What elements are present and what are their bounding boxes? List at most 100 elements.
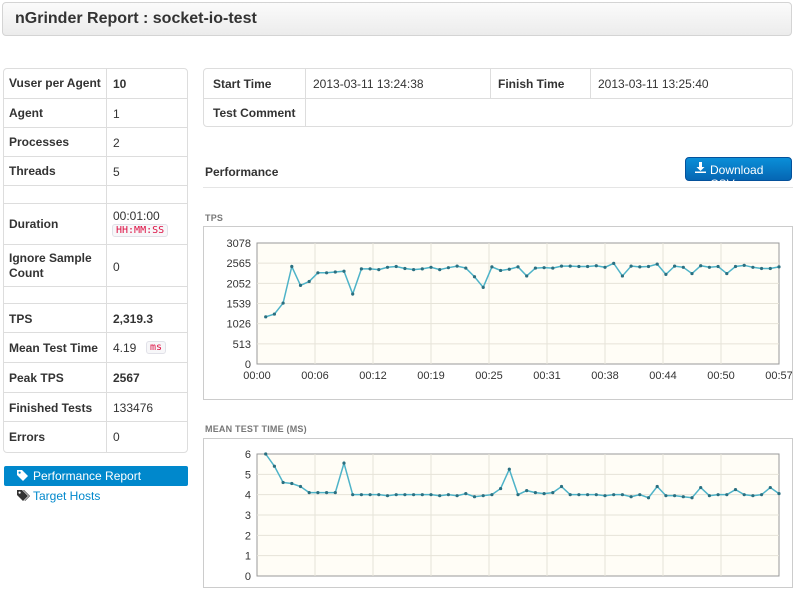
- mtt-data-point: [716, 493, 720, 497]
- mtt-data-point: [760, 493, 764, 497]
- tps-data-point: [725, 271, 729, 276]
- mtt-data-point: [681, 495, 685, 499]
- threads-value: 5: [113, 165, 120, 179]
- nav-target-hosts[interactable]: Target Hosts: [4, 486, 188, 506]
- stat-row-processes: Processes 2: [4, 127, 187, 156]
- tps-x-tick-label: 00:44: [649, 370, 677, 382]
- mtt-data-point: [559, 484, 564, 489]
- mtt-data-point: [742, 493, 746, 497]
- tps-data-point: [507, 267, 511, 271]
- tps-data-point: [351, 292, 355, 296]
- tps-data-point: [655, 262, 659, 266]
- processes-value: 2: [113, 136, 120, 150]
- stat-label: Vuser per Agent: [9, 76, 101, 90]
- stat-label: Finished Tests: [9, 401, 93, 415]
- tps-data-point: [429, 265, 433, 269]
- nav-label: Performance Report: [33, 469, 142, 483]
- stat-row-tps: TPS 2,319.3: [4, 303, 187, 332]
- stat-row-finished-tests: Finished Tests 133476: [4, 392, 187, 421]
- mtt-data-point: [420, 493, 424, 497]
- mtt-data-point: [751, 494, 755, 498]
- mtt-data-point: [272, 464, 276, 468]
- tps-data-point: [403, 266, 407, 271]
- mtt-data-point: [403, 493, 407, 497]
- stat-row-agent: Agent 1: [4, 98, 187, 127]
- mtt-data-point: [464, 492, 468, 496]
- mtt-y-tick-label: 6: [245, 449, 251, 461]
- mtt-data-point: [655, 484, 659, 489]
- mtt-data-point: [707, 494, 711, 498]
- tps-data-point: [333, 270, 337, 274]
- tps-data-point: [464, 266, 468, 270]
- mtt-data-point: [499, 486, 503, 491]
- mtt-data-point: [481, 494, 485, 498]
- tps-data-point: [525, 274, 529, 278]
- tps-data-point: [377, 268, 381, 272]
- tps-data-point: [499, 268, 503, 273]
- tps-data-point: [446, 266, 450, 270]
- tps-data-point: [455, 264, 459, 268]
- stat-spacer: [4, 286, 187, 303]
- tps-data-point: [551, 266, 555, 270]
- nav-performance-report[interactable]: Performance Report: [4, 466, 188, 486]
- tps-data-point: [690, 271, 694, 276]
- mtt-y-tick-label: 4: [245, 490, 251, 502]
- tps-data-point: [681, 265, 685, 269]
- tps-y-tick-label: 3078: [227, 238, 251, 250]
- stat-label: Peak TPS: [9, 371, 64, 385]
- tps-y-tick-label: 2052: [227, 278, 251, 290]
- stat-row-peak-tps: Peak TPS 2567: [4, 362, 187, 392]
- mtt-data-point: [777, 492, 781, 496]
- mtt-data-point: [368, 493, 372, 497]
- tps-x-tick-label: 00:50: [707, 370, 735, 382]
- mtt-data-point: [490, 493, 494, 497]
- performance-title: Performance: [205, 165, 279, 179]
- mtt-data-point: [455, 494, 459, 498]
- mtt-data-point: [351, 493, 355, 497]
- mtt-data-point: [472, 495, 477, 499]
- start-time-label: Start Time: [213, 77, 272, 91]
- tps-chart-svg: 05131026153920522565307800:00 00:06 00:12 0…: [227, 238, 793, 382]
- tps-x-tick-label: 00:25: [475, 370, 503, 382]
- mtt-data-point: [577, 493, 581, 497]
- tps-data-point: [281, 301, 285, 305]
- tps-data-point: [272, 312, 276, 316]
- tps-y-tick-label: 1026: [227, 319, 251, 331]
- section-divider: [203, 187, 793, 188]
- mtt-data-point: [525, 489, 529, 493]
- tps-data-point: [368, 267, 372, 271]
- page-title: nGrinder Report : socket-io-test: [15, 10, 257, 27]
- tps-data-point: [412, 268, 416, 272]
- download-csv-button[interactable]: Download CSV: [685, 157, 792, 191]
- mtt-data-point: [438, 494, 442, 498]
- tps-x-tick-label: 00:31: [533, 370, 561, 382]
- tps-data-point: [586, 264, 590, 269]
- mtt-y-tick-label: 3: [245, 510, 251, 522]
- start-time-value: 2013-03-11 13:24:38: [313, 77, 424, 91]
- vuser-value: 10: [113, 77, 127, 91]
- tps-chart: 0 513 1026 1539 2052 2565 3078 00:00 00:06 00:12 0…: [203, 226, 793, 400]
- tps-data-point: [490, 265, 494, 269]
- mtt-y-tick-label: 1: [245, 551, 251, 563]
- tps-data-point: [342, 269, 346, 273]
- tps-data-point: [768, 266, 772, 271]
- tps-chart-title: TPS: [205, 213, 224, 223]
- tps-data-point: [385, 265, 390, 269]
- stat-label: Ignore Sample Count: [9, 251, 92, 280]
- tps-x-tick-label: 00:38: [591, 370, 619, 382]
- mtt-data-point: [516, 493, 520, 497]
- stat-label: TPS: [9, 312, 33, 326]
- tps-data-point: [646, 264, 651, 269]
- download-icon: [695, 162, 706, 176]
- peak-tps-value: 2567: [113, 371, 140, 385]
- mtt-y-tick-label: 2: [245, 530, 251, 542]
- stat-label: Duration: [9, 217, 59, 231]
- mean-test-time-chart: 0 1 2 3 4 5 6: [203, 438, 793, 588]
- mtt-data-point: [673, 494, 677, 498]
- tps-data-point: [325, 271, 329, 275]
- mtt-data-point: [699, 485, 703, 490]
- tps-data-point: [603, 265, 607, 269]
- tps-data-point: [777, 265, 781, 269]
- nav-label: Target Hosts: [33, 489, 101, 503]
- agent-value: 1: [113, 107, 120, 121]
